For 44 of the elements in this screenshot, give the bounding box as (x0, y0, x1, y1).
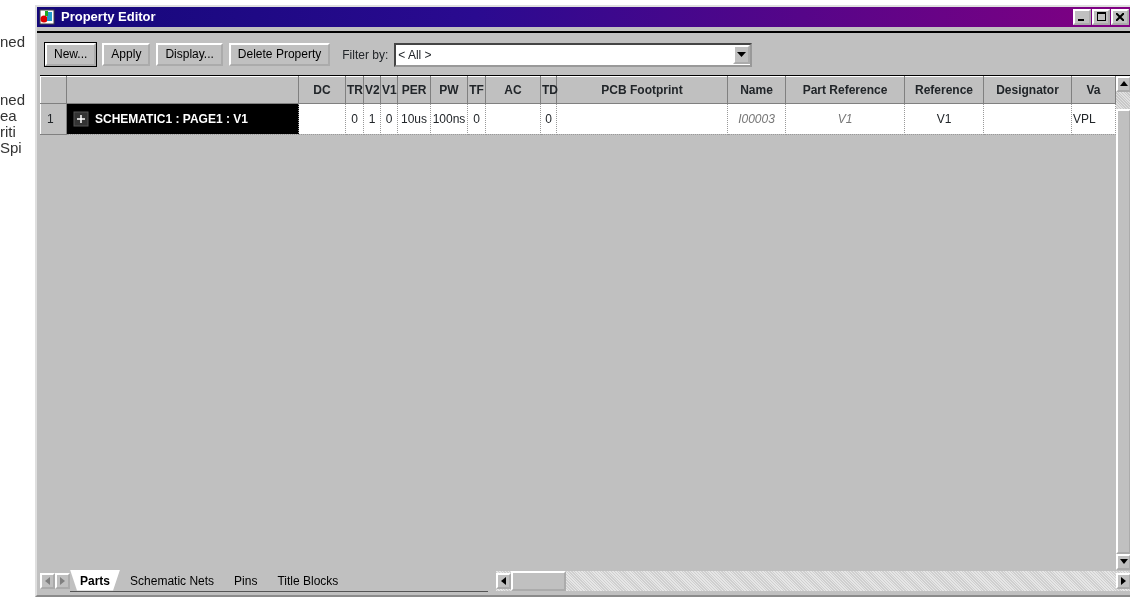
background-text: ned (0, 92, 27, 108)
close-button[interactable] (1111, 8, 1129, 25)
tab-scroll-right-button[interactable] (55, 572, 70, 589)
scroll-up-icon[interactable] (1119, 81, 1128, 86)
maximize-button[interactable] (1092, 8, 1110, 25)
column-header[interactable]: DC (298, 76, 346, 103)
close-icon[interactable] (1116, 12, 1124, 21)
background-text: Spi (0, 140, 23, 156)
maximize-icon[interactable] (1096, 12, 1106, 22)
sheet-tab[interactable]: Parts (70, 569, 121, 591)
background-text: ea (0, 108, 18, 124)
table-cell[interactable]: SCHEMATIC1 : PAGE1 : V1 (66, 103, 299, 134)
column-header[interactable]: PER (397, 76, 431, 103)
table-cell: I00003 (727, 103, 786, 134)
column-header[interactable]: PW (430, 76, 468, 103)
window-title: Property Editor (61, 8, 156, 26)
filter-dropdown[interactable]: < All > (394, 42, 753, 67)
table-cell: V1 (785, 103, 905, 134)
expand-icon[interactable] (73, 111, 89, 128)
column-header[interactable]: Va (1071, 76, 1116, 103)
row-header-corner (40, 76, 67, 103)
row-number[interactable]: 1 (40, 103, 67, 134)
toolbar-button[interactable]: Apply (102, 43, 151, 66)
app-icon (39, 8, 55, 25)
column-header[interactable]: AC (485, 76, 541, 103)
minimize-button[interactable] (1073, 8, 1091, 25)
column-header[interactable]: Designator (983, 76, 1072, 103)
scrollbar-thumb[interactable] (511, 570, 566, 591)
toolbar-button[interactable]: Display... (156, 43, 223, 66)
dropdown-arrow-icon[interactable] (737, 52, 747, 57)
table-cell: V1 (904, 103, 984, 134)
background-text: ned (0, 34, 27, 50)
scroll-right-icon[interactable] (1121, 576, 1126, 585)
scroll-down-icon[interactable] (1119, 559, 1128, 564)
toolbar-button[interactable]: New... (45, 43, 97, 66)
horizontal-scrollbar[interactable] (496, 570, 1130, 591)
column-header[interactable]: Part Reference (785, 76, 905, 103)
tab-scroll-left-button[interactable] (40, 572, 55, 589)
toolbar-button[interactable]: Delete Property (228, 43, 331, 66)
background-text: riti (0, 124, 17, 140)
scroll-left-icon[interactable] (501, 576, 506, 585)
filter-label: Filter by: (342, 46, 389, 64)
column-header[interactable]: Reference (904, 76, 984, 103)
column-header[interactable]: Name (727, 76, 786, 103)
